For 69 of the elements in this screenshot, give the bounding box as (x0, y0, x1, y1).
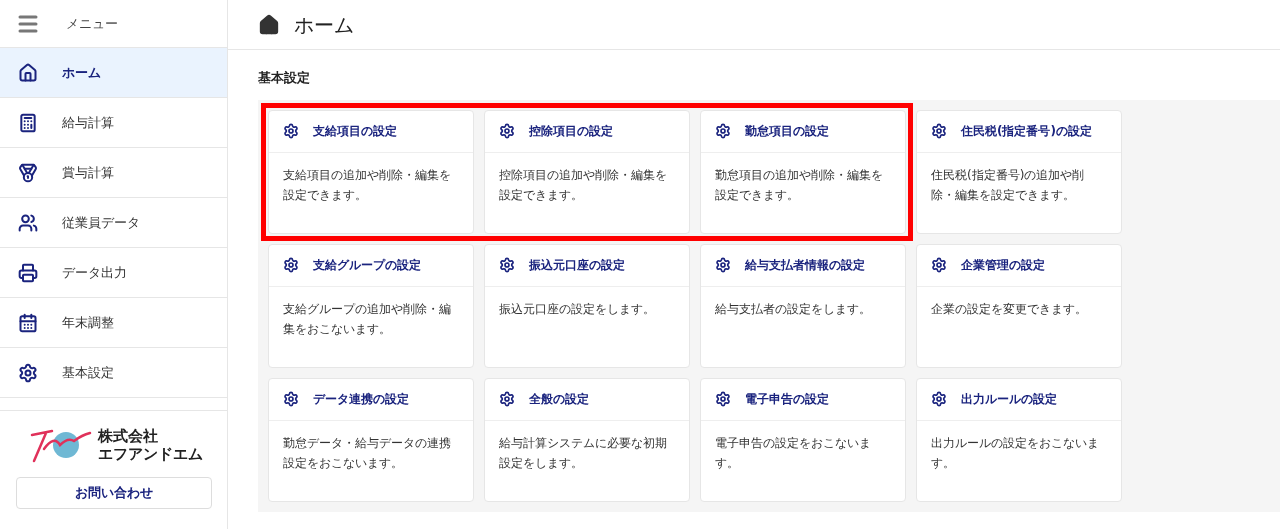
settings-card[interactable]: 住民税(指定番号)の設定 住民税(指定番号)の追加や削除・編集を設定できます。 (916, 109, 1122, 234)
card-description: 給与計算システムに必要な初期設定をします。 (498, 434, 668, 472)
card-title: 勤怠項目の設定 (745, 123, 829, 140)
card-title: 支給グループの設定 (313, 257, 421, 274)
card-description: 電子申告の設定をおこないます。 (714, 434, 872, 472)
card-description: 支給グループの追加や削除・編集をおこないます。 (282, 300, 452, 338)
card-title: 企業管理の設定 (961, 257, 1045, 274)
settings-icon (283, 123, 299, 139)
users-icon (18, 212, 38, 233)
card-description: 給与支払者の設定をします。 (714, 300, 872, 318)
settings-card[interactable]: 電子申告の設定 電子申告の設定をおこないます。 (700, 377, 906, 502)
card-description: 勤怠項目の追加や削除・編集を設定できます。 (714, 166, 884, 204)
card-title: 全般の設定 (529, 391, 589, 408)
card-description: 勤怠データ・給与データの連携設定をおこないます。 (282, 434, 452, 472)
card-title: 住民税(指定番号)の設定 (961, 123, 1092, 140)
sidebar-item[interactable]: 基本設定 (0, 348, 227, 398)
calculator-icon (18, 112, 38, 133)
sidebar-item[interactable]: 従業員データ (0, 198, 227, 248)
settings-icon (499, 123, 515, 139)
card-title: 電子申告の設定 (745, 391, 829, 408)
home-icon (18, 62, 38, 83)
home-icon (258, 13, 280, 36)
settings-icon (499, 257, 515, 273)
contact-button[interactable]: お問い合わせ (15, 477, 212, 509)
settings-card[interactable]: 振込元口座の設定 振込元口座の設定をします。 (484, 243, 690, 368)
settings-card[interactable]: 勤怠項目の設定 勤怠項目の追加や削除・編集を設定できます。 (700, 109, 906, 234)
calendar-icon (18, 312, 38, 333)
settings-card[interactable]: 企業管理の設定 企業の設定を変更できます。 (916, 243, 1122, 368)
sidebar-item[interactable]: 賞与計算 (0, 148, 227, 198)
printer-icon (18, 262, 38, 283)
settings-card[interactable]: データ連携の設定 勤怠データ・給与データの連携設定をおこないます。 (268, 377, 474, 502)
medal-icon (18, 162, 38, 183)
settings-icon (715, 391, 731, 407)
menu-label: メニュー (66, 14, 118, 33)
company-name: エフアンドエム (98, 445, 203, 463)
settings-card[interactable]: 出力ルールの設定 出力ルールの設定をおこないます。 (916, 377, 1122, 502)
sidebar-item[interactable]: データ出力 (0, 248, 227, 298)
settings-icon (931, 123, 947, 139)
card-description: 振込元口座の設定をします。 (498, 300, 656, 318)
settings-card[interactable]: 全般の設定 給与計算システムに必要な初期設定をします。 (484, 377, 690, 502)
card-title: 給与支払者情報の設定 (745, 257, 865, 274)
settings-card[interactable]: 支給グループの設定 支給グループの追加や削除・編集をおこないます。 (268, 243, 474, 368)
settings-icon (931, 391, 947, 407)
settings-icon (283, 391, 299, 407)
settings-icon (499, 391, 515, 407)
settings-icon (715, 257, 731, 273)
card-title: 出力ルールの設定 (961, 391, 1057, 408)
card-title: 支給項目の設定 (313, 123, 397, 140)
settings-icon (715, 123, 731, 139)
card-title: 振込元口座の設定 (529, 257, 625, 274)
settings-card[interactable]: 控除項目の設定 控除項目の追加や削除・編集を設定できます。 (484, 109, 690, 234)
sidebar-item[interactable]: 年末調整 (0, 298, 227, 348)
card-title: 控除項目の設定 (529, 123, 613, 140)
section-title: 基本設定 (257, 69, 311, 87)
settings-icon (931, 257, 947, 273)
settings-card[interactable]: 支給項目の設定 支給項目の追加や削除・編集を設定できます。 (268, 109, 474, 234)
settings-icon (18, 362, 38, 383)
page-title: ホーム (294, 11, 354, 39)
settings-card[interactable]: 給与支払者情報の設定 給与支払者の設定をします。 (700, 243, 906, 368)
card-description: 支給項目の追加や削除・編集を設定できます。 (282, 166, 452, 204)
card-title: データ連携の設定 (313, 391, 409, 408)
settings-icon (283, 257, 299, 273)
card-description: 出力ルールの設定をおこないます。 (930, 434, 1100, 472)
company-name: 株式会社 (98, 427, 159, 445)
card-description: 控除項目の追加や削除・編集を設定できます。 (498, 166, 668, 204)
card-description: 企業の設定を変更できます。 (930, 300, 1088, 318)
card-description: 住民税(指定番号)の追加や削除・編集を設定できます。 (930, 166, 1086, 204)
sidebar-item[interactable]: ホーム (0, 48, 227, 98)
sidebar-item[interactable]: 給与計算 (0, 98, 227, 148)
